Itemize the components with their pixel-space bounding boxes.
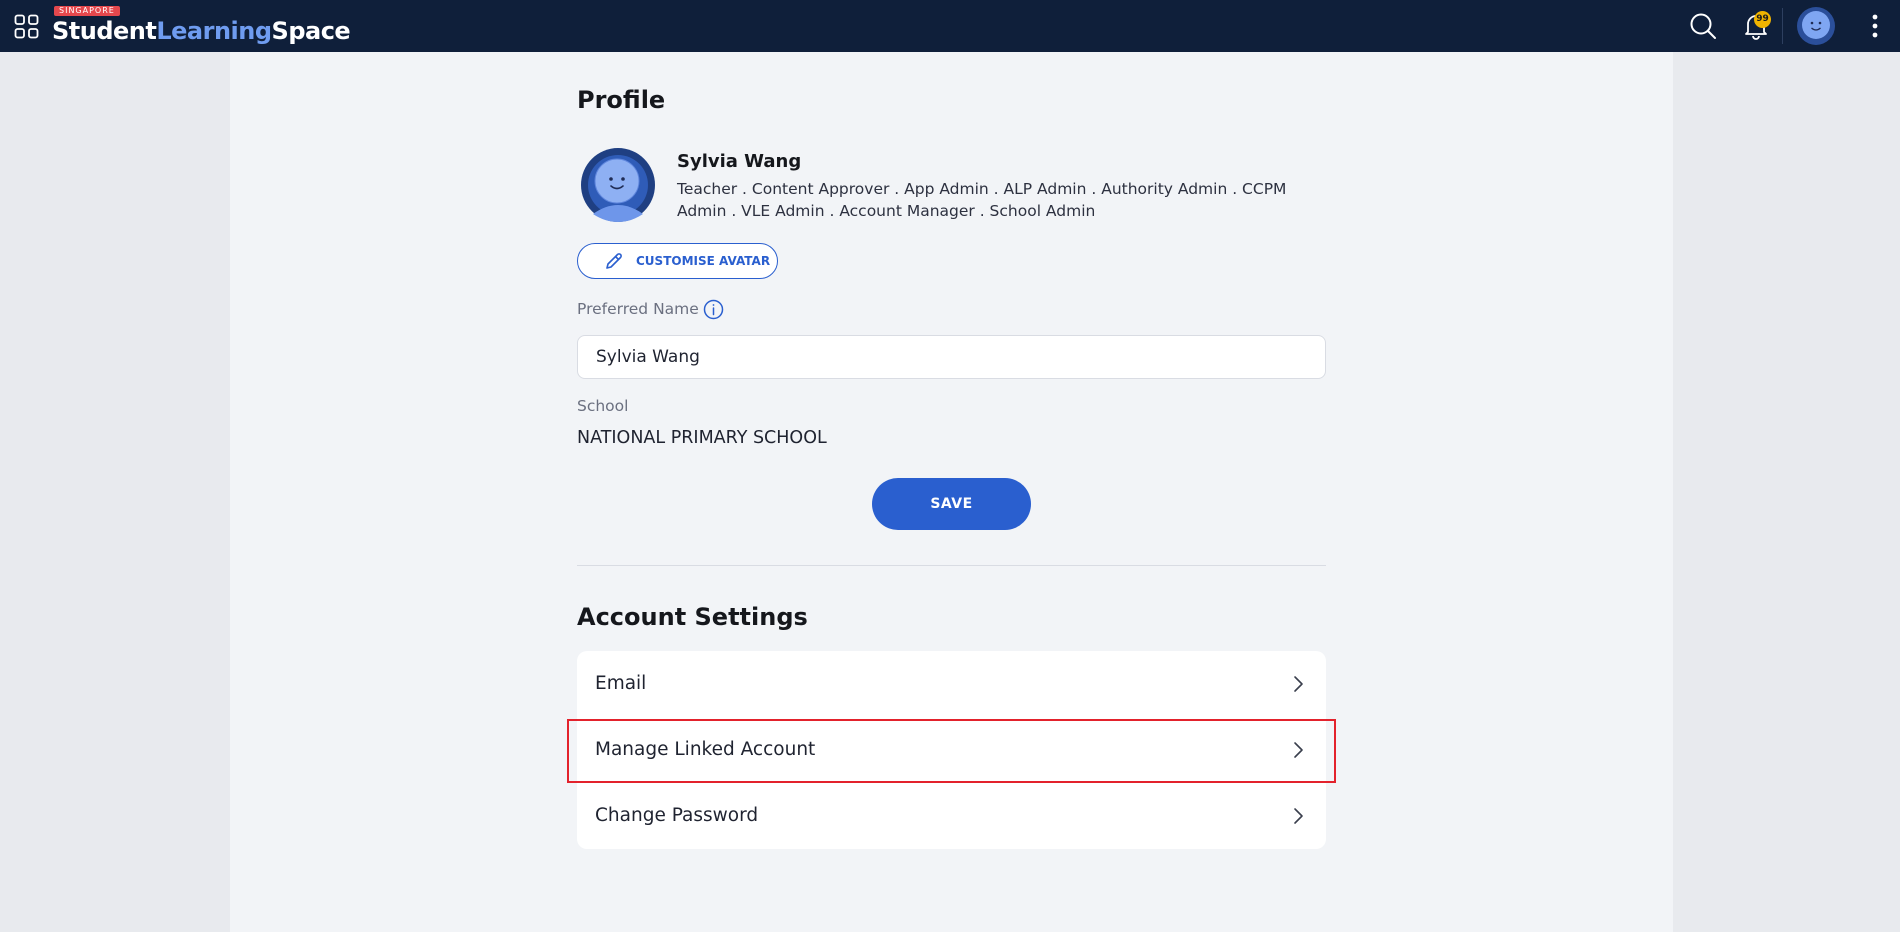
setting-label: Manage Linked Account [595,739,816,760]
account-settings-list: Email Manage Linked Account Change Passw… [577,651,1326,849]
profile-name: Sylvia Wang [677,151,802,172]
email-setting-row[interactable]: Email [577,651,1326,717]
account-settings-heading: Account Settings [577,603,808,631]
pencil-icon [606,253,622,269]
search-icon[interactable] [1689,12,1717,40]
avatar[interactable] [1797,7,1835,45]
profile-avatar [581,148,655,222]
save-button[interactable]: SAVE [872,478,1031,530]
right-gutter [1673,52,1900,932]
setting-label: Change Password [595,805,759,826]
notification-badge: 99 [1754,11,1771,28]
profile-roles: Teacher . Content Approver . App Admin .… [677,180,1287,220]
profile-heading: Profile [577,86,666,114]
header-divider [1782,8,1783,44]
preferred-name-label: Preferred Name [577,300,699,318]
brand-name: StudentLearningSpace [52,17,351,45]
brand-tag: SINGAPORE [54,6,120,16]
more-vertical-icon[interactable] [1868,12,1882,40]
section-divider [577,565,1326,566]
school-label: School [577,397,629,415]
manage-linked-account-row[interactable]: Manage Linked Account [577,717,1326,783]
customise-avatar-label: CUSTOMISE AVATAR [636,254,771,268]
change-password-row[interactable]: Change Password [577,783,1326,849]
school-value: NATIONAL PRIMARY SCHOOL [577,428,827,448]
preferred-name-input[interactable] [577,335,1326,379]
apps-grid-icon[interactable] [14,14,39,39]
chevron-right-icon [1294,808,1303,824]
chevron-right-icon [1294,676,1303,692]
info-icon[interactable] [703,299,724,320]
customise-avatar-button[interactable]: CUSTOMISE AVATAR [577,243,778,279]
setting-label: Email [595,673,647,694]
top-bar: SINGAPORE StudentLearningSpace 99 [0,0,1900,52]
left-gutter [0,52,230,932]
chevron-right-icon [1294,742,1303,758]
